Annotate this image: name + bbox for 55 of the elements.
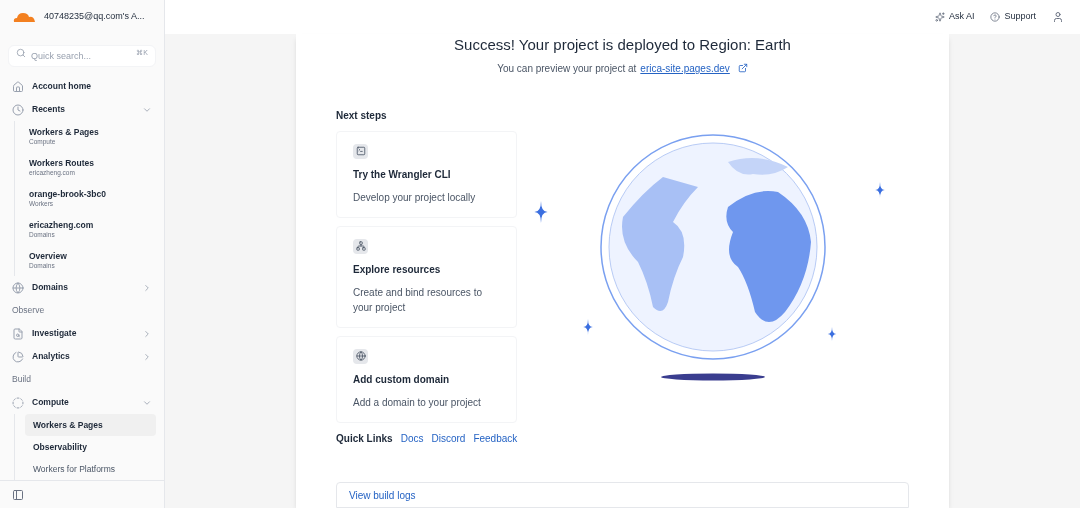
section-label: Build [12,373,31,386]
quick-links-label: Quick Links [336,431,393,446]
header-button[interactable]: Ask AI [934,10,975,24]
nav-item[interactable]: Analytics [8,345,156,368]
preview-text: You can preview your project at [497,61,637,76]
recent-title: Workers & Pages [29,127,100,138]
user-icon[interactable] [1052,11,1064,23]
success-title: Success! Your project is deployed to Region: Earth [453,35,792,55]
chevron-right-icon [142,282,152,293]
step-card[interactable]: Explore resources Create and bind resources to your project [336,225,517,328]
nav-subitem[interactable]: Workers & Pages [25,414,156,436]
clock-icon [12,103,24,116]
recent-title: orange-brook-3bc0 [29,189,107,200]
chevron-right-icon [142,328,152,339]
step-description: Create and bind resources to your project [353,285,483,315]
sparkle-icon [934,12,945,22]
section-label: Observe [12,304,45,317]
step-description: Develop your project locally [353,190,477,205]
search-icon [16,48,26,58]
section-heading: Next steps [336,108,388,123]
help-icon [990,12,1001,22]
step-card[interactable]: Add custom domain Add a domain to your project [336,335,517,423]
nav-item[interactable]: Compute [8,391,156,414]
preview-link[interactable]: erica-site.pages.dev [640,60,730,76]
quick-link[interactable]: Docs [400,430,424,446]
nav-subitem[interactable]: Workers for Platforms [25,458,156,480]
quick-link[interactable]: Feedback [473,430,518,446]
external-link-icon [737,63,748,73]
nav-item[interactable]: Recents [8,98,156,121]
step-title: Add custom domain [353,372,451,387]
step-title: Try the Wrangler CLI [353,167,452,182]
home-icon [12,80,24,93]
recent-title: Overview [29,251,68,262]
nav-subitem[interactable]: Observability [25,436,156,458]
build-logs-button[interactable]: View build logs [336,482,909,508]
chart-icon [12,350,24,363]
step-card[interactable]: Try the Wrangler CLI Develop your project locally [336,130,517,218]
header-button[interactable]: Support [990,10,1036,24]
file-icon [12,327,24,340]
cloud-logo [12,11,36,23]
recent-title: ericazheng.com [29,220,95,231]
panel-toggle-icon[interactable] [12,488,24,501]
step-title: Explore resources [353,262,442,277]
nav-item[interactable]: Account home [8,75,156,98]
recent-title: Workers Routes [29,158,96,169]
account-name[interactable]: 40748235@qq.com's A... [44,10,145,24]
step-description: Add a domain to your project [353,395,482,410]
globe-icon [12,281,24,294]
nav-item[interactable]: Investigate [8,322,156,345]
nav-item[interactable]: Domains [8,276,156,299]
network-icon [353,238,368,254]
globe-icon [353,348,368,364]
quick-link[interactable]: Discord [431,430,466,446]
chevron-right-icon [142,351,152,362]
terminal-icon [353,143,368,159]
